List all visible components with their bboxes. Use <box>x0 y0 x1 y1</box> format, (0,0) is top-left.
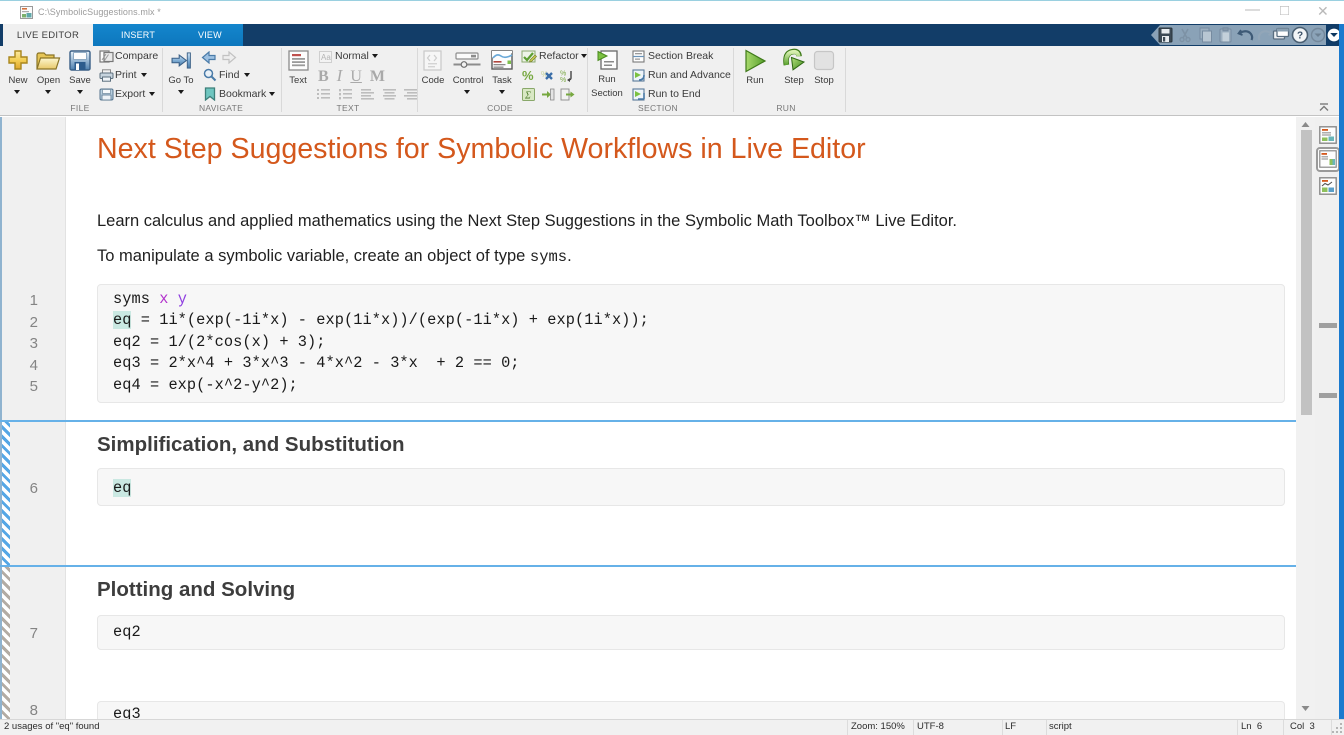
svg-text:Σ: Σ <box>524 91 531 102</box>
svg-text:?: ? <box>1297 31 1303 42</box>
svg-text:%: % <box>560 77 566 82</box>
svg-text:%: % <box>522 69 534 82</box>
svg-text:Aa: Aa <box>321 53 331 62</box>
